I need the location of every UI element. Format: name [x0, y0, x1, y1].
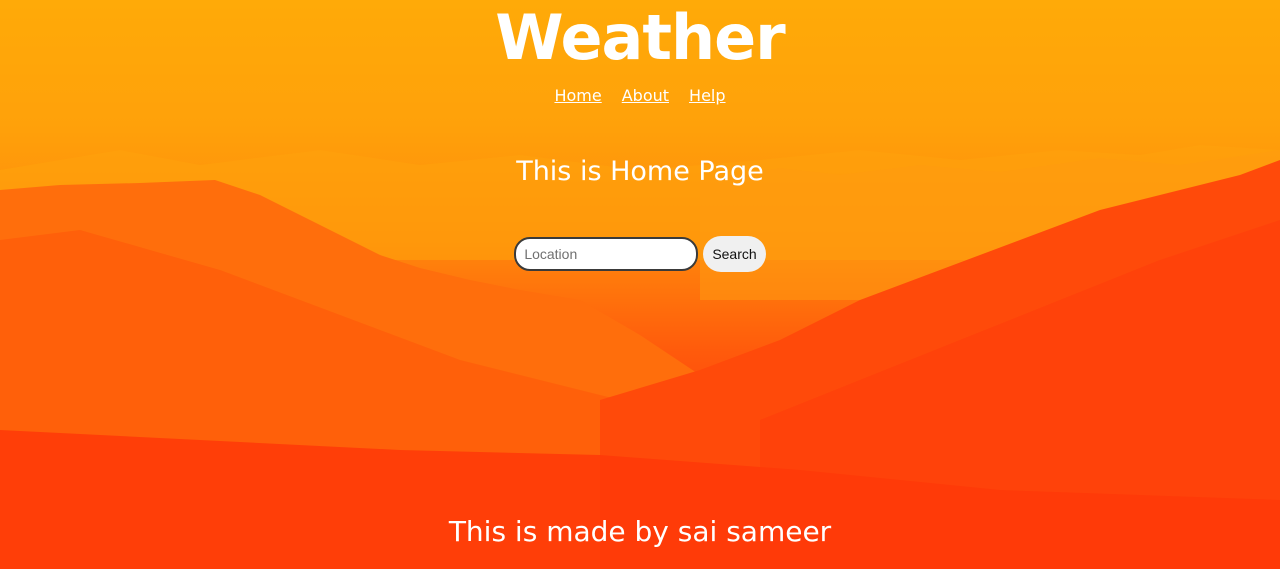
- nav-link-about[interactable]: About: [622, 86, 669, 106]
- search-button[interactable]: Search: [703, 236, 766, 272]
- location-input[interactable]: [514, 237, 699, 271]
- nav-link-home[interactable]: Home: [554, 86, 601, 106]
- footer-credit: This is made by sai sameer: [448, 515, 832, 548]
- site-title: Weather: [495, 1, 785, 74]
- page-heading: This is Home Page: [516, 156, 764, 187]
- main-nav: Home About Help: [0, 86, 1280, 106]
- nav-link-help[interactable]: Help: [689, 86, 725, 106]
- site-header: Weather Home About Help: [0, 0, 1280, 106]
- weather-search-form: Search: [0, 236, 1280, 272]
